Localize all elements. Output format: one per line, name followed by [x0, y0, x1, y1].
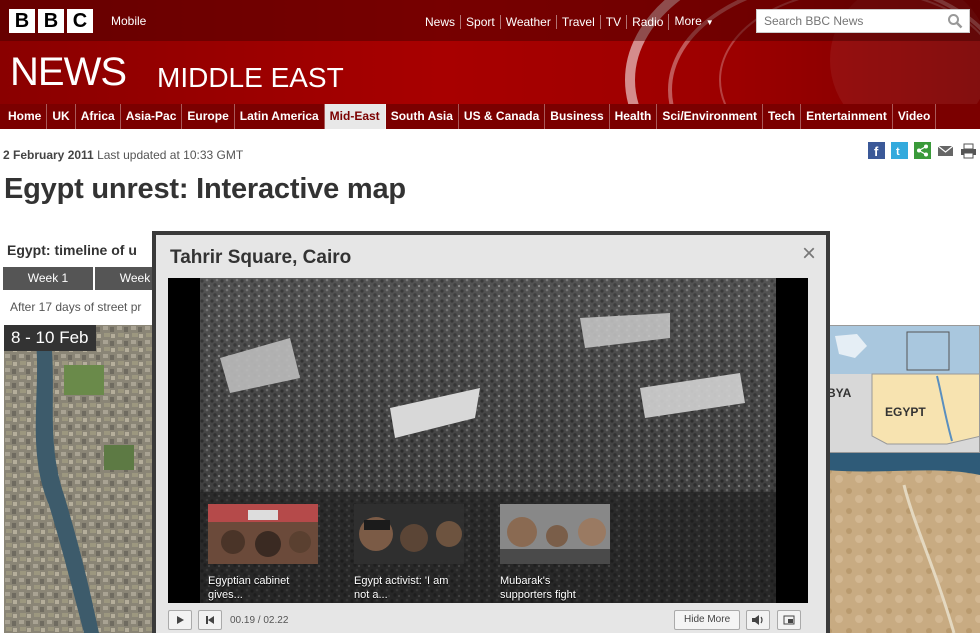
bbc-logo-letter: B — [38, 9, 64, 33]
region-title[interactable]: MIDDLE EAST — [157, 62, 344, 94]
global-nav-more-label: More — [674, 14, 702, 28]
section-nav-us-canada[interactable]: US & Canada — [459, 104, 546, 129]
mobile-link[interactable]: Mobile — [111, 14, 146, 28]
bbc-logo[interactable]: B B C — [9, 9, 93, 33]
modal-title: Tahrir Square, Cairo — [170, 247, 352, 268]
global-nav-travel[interactable]: Travel — [555, 15, 600, 29]
section-nav-africa[interactable]: Africa — [76, 104, 121, 129]
play-button[interactable] — [168, 610, 192, 630]
section-nav: Home UK Africa Asia-Pac Europe Latin Ame… — [0, 104, 980, 129]
email-icon[interactable] — [937, 142, 954, 159]
related-video-title-line1: Egypt activist: 'I am — [354, 575, 449, 587]
global-nav-sport[interactable]: Sport — [460, 15, 500, 29]
related-video-thumbnail — [354, 504, 464, 564]
related-video-title-line2: gives... — [208, 589, 243, 601]
twitter-icon[interactable]: t — [891, 142, 908, 159]
bbc-logo-letter: C — [67, 9, 93, 33]
global-nav: News Sport Weather Travel TV Radio More ▼ — [420, 14, 719, 30]
close-icon[interactable]: × — [802, 242, 816, 266]
video-modal: Tahrir Square, Cairo × Egyptian cabinet … — [152, 231, 830, 633]
section-nav-south-asia[interactable]: South Asia — [386, 104, 459, 129]
related-video-thumbnail — [208, 504, 318, 564]
player-controls: 00.19 / 02.22 Hide More — [168, 607, 808, 633]
facebook-icon[interactable]: f — [868, 142, 885, 159]
related-video-title-line1: Mubarak's — [500, 575, 551, 587]
section-nav-europe[interactable]: Europe — [182, 104, 235, 129]
article-meta: 2 February 2011 Last updated at 10:33 GM… — [3, 148, 243, 162]
news-wordmark[interactable]: NEWS — [10, 50, 127, 94]
section-nav-uk[interactable]: UK — [47, 104, 76, 129]
related-video-title: Egyptian cabinet gives... — [208, 574, 318, 602]
article-date: 2 February 2011 — [3, 148, 94, 162]
search-icon[interactable] — [947, 13, 963, 29]
caret-down-icon: ▼ — [705, 18, 714, 27]
masthead: B B C Mobile News Sport Weather Travel T… — [0, 0, 980, 104]
share-icon[interactable] — [914, 142, 931, 159]
hide-more-button[interactable]: Hide More — [674, 610, 741, 630]
section-nav-asia-pac[interactable]: Asia-Pac — [121, 104, 183, 129]
related-video-item[interactable]: Egypt activist: 'I am not a... — [354, 504, 464, 602]
related-video-title-line2: not a... — [354, 589, 388, 601]
page: B B C Mobile News Sport Weather Travel T… — [0, 0, 980, 633]
volume-icon — [752, 615, 763, 625]
section-nav-entertainment[interactable]: Entertainment — [801, 104, 893, 129]
related-video-title-line1: Egyptian cabinet — [208, 575, 290, 587]
related-videos: Egyptian cabinet gives... Egypt activist:… — [208, 504, 610, 602]
section-nav-home[interactable]: Home — [3, 104, 48, 129]
play-icon — [177, 616, 184, 624]
section-nav-mid-east[interactable]: Mid-East — [324, 104, 386, 129]
section-nav-video[interactable]: Video — [893, 104, 937, 129]
global-nav-news[interactable]: News — [420, 15, 460, 29]
rewind-button[interactable] — [198, 610, 222, 630]
section-nav-business[interactable]: Business — [545, 104, 610, 129]
svg-text:t: t — [896, 146, 900, 158]
related-video-thumbnail — [500, 504, 610, 564]
section-nav-health[interactable]: Health — [610, 104, 658, 129]
global-nav-tv[interactable]: TV — [599, 15, 626, 29]
skip-back-icon — [206, 616, 214, 624]
section-nav-tech[interactable]: Tech — [763, 104, 802, 129]
related-video-title-line2: supporters fight — [500, 589, 576, 601]
inset-label-libya: BYA — [827, 386, 852, 400]
date-badge: 8 - 10 Feb — [4, 325, 96, 351]
section-nav-latin-america[interactable]: Latin America — [235, 104, 325, 129]
playback-time: 00.19 / 02.22 — [230, 614, 289, 626]
tab-week-1[interactable]: Week 1 — [3, 267, 93, 290]
related-video-title: Egypt activist: 'I am not a... — [354, 574, 464, 602]
locator-inset-map: BYA EGYPT — [826, 325, 980, 453]
article-headline: Egypt unrest: Interactive map — [4, 173, 406, 205]
share-tools: f t — [868, 142, 977, 159]
timeline-intro-text: After 17 days of street pr — [10, 300, 142, 314]
bbc-logo-letter: B — [9, 9, 35, 33]
section-nav-sci-environment[interactable]: Sci/Environment — [657, 104, 764, 129]
volume-button[interactable] — [746, 610, 770, 630]
popout-icon — [783, 615, 795, 625]
video-player[interactable]: Egyptian cabinet gives... Egypt activist:… — [168, 278, 808, 603]
print-icon[interactable] — [960, 142, 977, 159]
global-nav-more[interactable]: More ▼ — [668, 14, 718, 30]
timeline-title: Egypt: timeline of u — [7, 242, 137, 258]
search-input[interactable] — [757, 10, 937, 32]
related-video-title: Mubarak's supporters fight — [500, 574, 610, 602]
popout-button[interactable] — [777, 610, 801, 630]
last-updated: Last updated at 10:33 GMT — [97, 148, 244, 162]
search-box — [756, 9, 970, 33]
svg-text:f: f — [874, 144, 879, 159]
global-nav-radio[interactable]: Radio — [626, 15, 668, 29]
global-nav-weather[interactable]: Weather — [499, 15, 556, 29]
related-video-item[interactable]: Mubarak's supporters fight — [500, 504, 610, 602]
related-video-item[interactable]: Egyptian cabinet gives... — [208, 504, 318, 602]
inset-label-egypt: EGYPT — [885, 405, 926, 419]
